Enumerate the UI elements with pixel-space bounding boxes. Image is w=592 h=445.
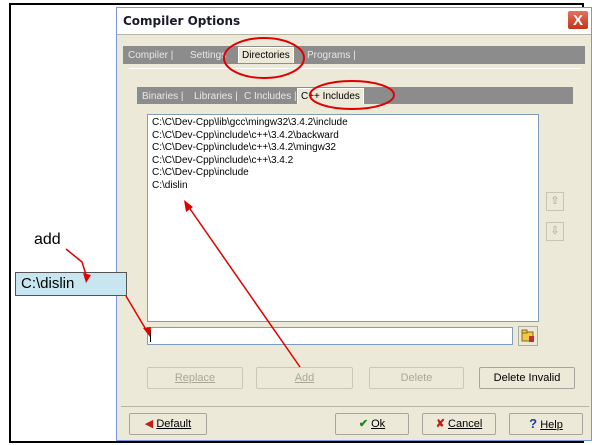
cpp-includes-tab-highlight bbox=[309, 80, 395, 110]
hint-to-input-line bbox=[125, 295, 149, 334]
annotation-overlay bbox=[65, 37, 395, 368]
add-pointer-arrowhead bbox=[83, 273, 91, 283]
hint-to-input-arrowhead bbox=[143, 327, 151, 337]
add-to-list-line bbox=[187, 205, 301, 368]
directories-tab-highlight bbox=[223, 37, 305, 79]
